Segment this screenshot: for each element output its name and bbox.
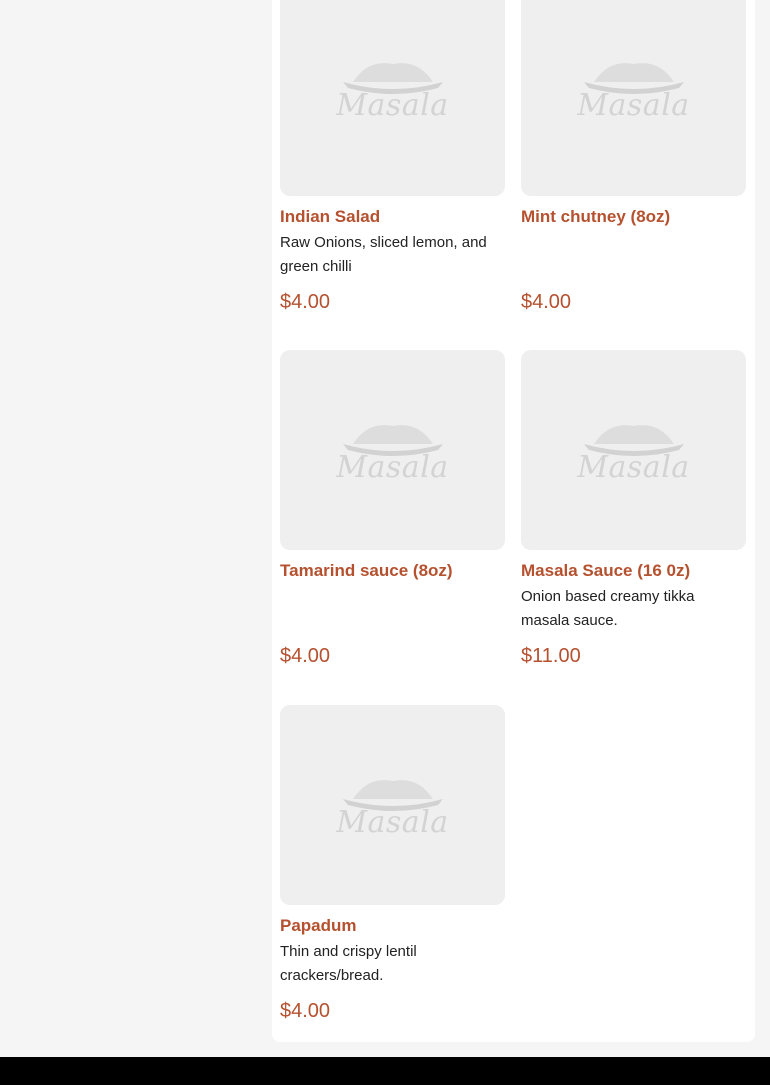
item-title[interactable]: Papadum xyxy=(280,916,357,936)
footer-bar xyxy=(0,1057,770,1085)
item-title[interactable]: Tamarind sauce (8oz) xyxy=(280,561,453,581)
item-image-placeholder[interactable]: Masala xyxy=(280,705,505,905)
item-title[interactable]: Indian Salad xyxy=(280,207,380,227)
item-description: Onion based creamy tikka masala sauce. xyxy=(521,588,695,629)
menu-items-panel: Masala Indian Salad Raw Onions, sliced l… xyxy=(272,0,755,1042)
item-price: $4.00 xyxy=(521,291,572,313)
item-image-placeholder[interactable]: Masala xyxy=(521,0,746,196)
item-image-placeholder[interactable]: Masala xyxy=(280,0,505,196)
masala-logo-icon: Masala xyxy=(336,416,448,485)
item-price: $11.00 xyxy=(521,645,581,667)
item-price: $4.00 xyxy=(280,645,331,667)
masala-logo-icon: Masala xyxy=(336,54,448,123)
item-title[interactable]: Mint chutney (8oz) xyxy=(521,207,670,227)
item-image-placeholder[interactable]: Masala xyxy=(280,350,505,550)
masala-logo-icon: Masala xyxy=(577,54,689,123)
masala-logo-icon: Masala xyxy=(336,771,448,840)
item-description: Raw Onions, sliced lemon, and green chil… xyxy=(280,234,487,275)
item-image-placeholder[interactable]: Masala xyxy=(521,350,746,550)
item-price: $4.00 xyxy=(280,291,331,313)
item-title[interactable]: Masala Sauce (16 0z) xyxy=(521,561,690,581)
masala-logo-icon: Masala xyxy=(577,416,689,485)
item-description: Thin and crispy lentil crackers/bread. xyxy=(280,943,417,984)
item-price: $4.00 xyxy=(280,1000,331,1022)
